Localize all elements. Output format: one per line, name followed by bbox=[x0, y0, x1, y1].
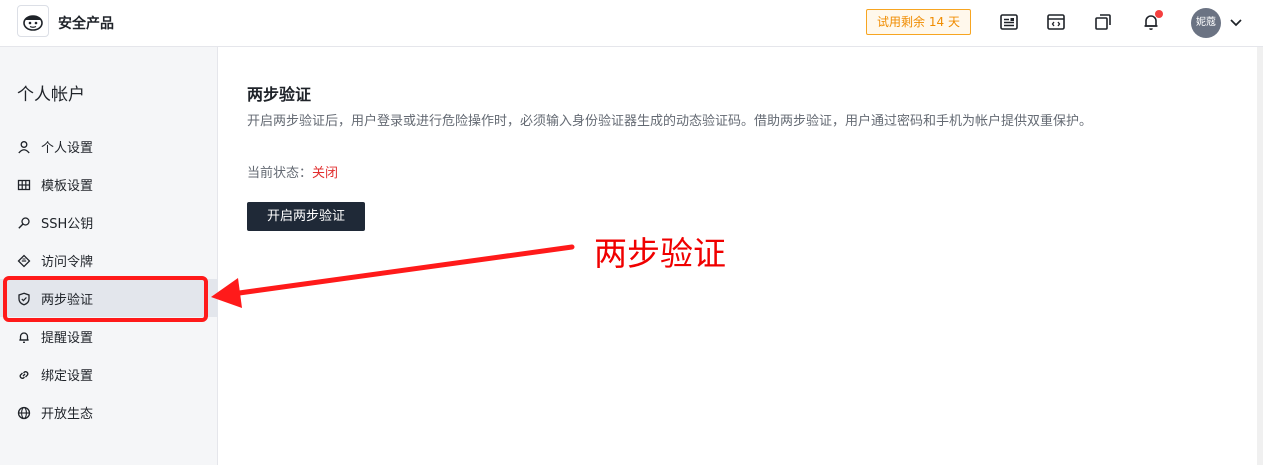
sidebar-item-label: 开放生态 bbox=[41, 407, 94, 422]
annotation-highlight-box bbox=[3, 276, 208, 322]
user-icon bbox=[17, 139, 31, 154]
avatar[interactable]: 妮蔻 bbox=[1191, 8, 1221, 38]
sidebar-item-label: 提醒设置 bbox=[41, 331, 94, 346]
globe-icon bbox=[17, 405, 31, 420]
status-value: 关闭 bbox=[312, 166, 339, 181]
key-icon bbox=[17, 215, 31, 229]
logo[interactable] bbox=[17, 5, 49, 37]
scrollbar[interactable] bbox=[1257, 47, 1263, 465]
code-window-icon[interactable] bbox=[1046, 12, 1068, 34]
status-label: 当前状态： bbox=[247, 166, 313, 181]
trial-badge[interactable]: 试用剩余 14 天 bbox=[866, 9, 971, 35]
bell-icon bbox=[17, 329, 31, 343]
status-line: 当前状态：关闭 bbox=[247, 162, 338, 181]
top-bar: 安全产品 试用剩余 14 天 妮蔻 bbox=[0, 0, 1263, 47]
bell-icon[interactable] bbox=[1141, 10, 1163, 34]
product-name[interactable]: 安全产品 bbox=[58, 13, 114, 33]
sidebar-item-label: 访问令牌 bbox=[41, 255, 94, 270]
sidebar-item-open-ecosystem[interactable]: 开放生态 bbox=[0, 393, 218, 431]
sidebar-item-template-settings[interactable]: 模板设置 bbox=[0, 165, 218, 203]
sidebar-title: 个人帐户 bbox=[17, 85, 85, 105]
chevron-down-icon[interactable] bbox=[1228, 14, 1244, 30]
enable-two-step-button[interactable]: 开启两步验证 bbox=[247, 202, 365, 231]
main-content: 两步验证 开启两步验证后，用户登录或进行危险操作时，必须输入身份验证器生成的动态… bbox=[218, 47, 1263, 465]
sidebar-item-ssh-keys[interactable]: SSH公钥 bbox=[0, 203, 218, 241]
sidebar-item-access-tokens[interactable]: 访问令牌 bbox=[0, 241, 218, 279]
page-description: 开启两步验证后，用户登录或进行危险操作时，必须输入身份验证器生成的动态验证码。借… bbox=[247, 114, 1093, 129]
news-icon[interactable] bbox=[999, 12, 1021, 34]
ticket-icon bbox=[17, 253, 31, 268]
sidebar-item-reminder-settings[interactable]: 提醒设置 bbox=[0, 317, 218, 355]
sidebar-item-label: 个人设置 bbox=[41, 141, 94, 156]
sidebar-item-personal-settings[interactable]: 个人设置 bbox=[0, 127, 218, 165]
notification-dot bbox=[1155, 10, 1163, 18]
sidebar: 个人帐户 个人设置 模板设置 SSH公钥 访问令牌 两步验证 提醒设置 绑定设置… bbox=[0, 47, 218, 465]
page-title: 两步验证 bbox=[247, 85, 312, 104]
copy-windows-icon[interactable] bbox=[1093, 12, 1115, 34]
sidebar-item-label: 模板设置 bbox=[41, 179, 94, 194]
sidebar-item-binding-settings[interactable]: 绑定设置 bbox=[0, 355, 218, 393]
grid-icon bbox=[17, 177, 31, 191]
link-icon bbox=[17, 367, 31, 381]
logo-icon bbox=[23, 15, 43, 31]
annotation-label: 两步验证 bbox=[594, 234, 726, 273]
sidebar-item-label: SSH公钥 bbox=[41, 217, 94, 232]
sidebar-item-label: 绑定设置 bbox=[41, 369, 94, 384]
